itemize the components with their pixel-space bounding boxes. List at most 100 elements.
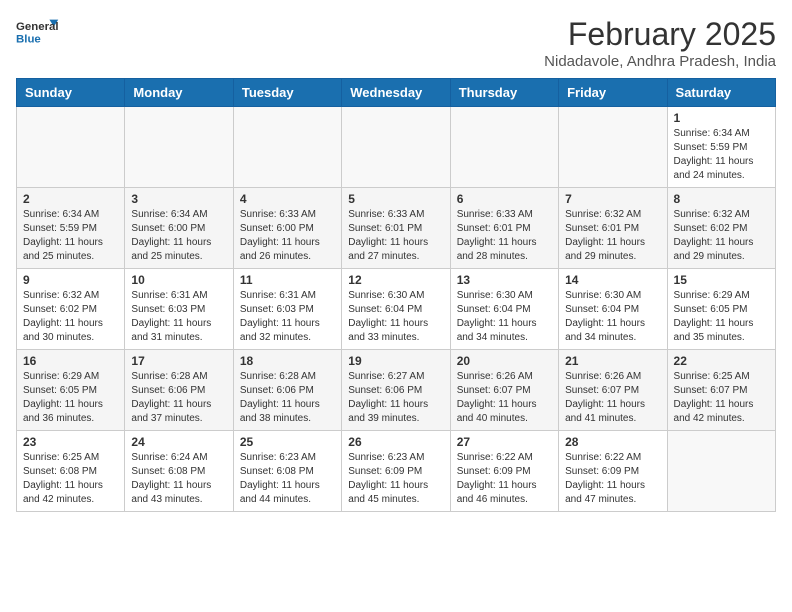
calendar-cell: 10 Sunrise: 6:31 AM Sunset: 6:03 PM Dayli… — [125, 269, 233, 350]
day-info: Sunrise: 6:26 AM Sunset: 6:07 PM Dayligh… — [565, 370, 660, 426]
day-info: Sunrise: 6:34 AM Sunset: 6:00 PM Dayligh… — [131, 208, 226, 264]
calendar-cell: 24 Sunrise: 6:24 AM Sunset: 6:08 PM Dayli… — [125, 431, 233, 512]
day-number: 11 — [240, 273, 335, 287]
day-info: Sunrise: 6:29 AM Sunset: 6:05 PM Dayligh… — [23, 370, 118, 426]
calendar-cell: 14 Sunrise: 6:30 AM Sunset: 6:04 PM Dayli… — [559, 269, 667, 350]
weekday-header-sunday: Sunday — [17, 79, 125, 107]
calendar-cell: 9 Sunrise: 6:32 AM Sunset: 6:02 PM Daylig… — [17, 269, 125, 350]
day-info: Sunrise: 6:32 AM Sunset: 6:01 PM Dayligh… — [565, 208, 660, 264]
day-number: 6 — [457, 192, 552, 206]
calendar-cell: 4 Sunrise: 6:33 AM Sunset: 6:00 PM Daylig… — [233, 188, 341, 269]
calendar-cell: 22 Sunrise: 6:25 AM Sunset: 6:07 PM Dayli… — [667, 350, 775, 431]
day-info: Sunrise: 6:24 AM Sunset: 6:08 PM Dayligh… — [131, 451, 226, 507]
weekday-header-wednesday: Wednesday — [342, 79, 450, 107]
day-number: 28 — [565, 435, 660, 449]
day-info: Sunrise: 6:27 AM Sunset: 6:06 PM Dayligh… — [348, 370, 443, 426]
day-info: Sunrise: 6:30 AM Sunset: 6:04 PM Dayligh… — [565, 289, 660, 345]
calendar-cell — [233, 107, 341, 188]
calendar-cell: 17 Sunrise: 6:28 AM Sunset: 6:06 PM Dayli… — [125, 350, 233, 431]
calendar-cell: 23 Sunrise: 6:25 AM Sunset: 6:08 PM Dayli… — [17, 431, 125, 512]
calendar-cell: 19 Sunrise: 6:27 AM Sunset: 6:06 PM Dayli… — [342, 350, 450, 431]
svg-text:Blue: Blue — [16, 34, 41, 46]
day-number: 18 — [240, 354, 335, 368]
calendar-cell: 27 Sunrise: 6:22 AM Sunset: 6:09 PM Dayli… — [450, 431, 558, 512]
calendar-cell — [559, 107, 667, 188]
calendar-cell: 8 Sunrise: 6:32 AM Sunset: 6:02 PM Daylig… — [667, 188, 775, 269]
calendar-cell: 5 Sunrise: 6:33 AM Sunset: 6:01 PM Daylig… — [342, 188, 450, 269]
calendar-cell: 1 Sunrise: 6:34 AM Sunset: 5:59 PM Daylig… — [667, 107, 775, 188]
calendar-cell — [125, 107, 233, 188]
day-number: 14 — [565, 273, 660, 287]
title-block: February 2025 Nidadavole, Andhra Pradesh… — [544, 16, 776, 70]
day-info: Sunrise: 6:22 AM Sunset: 6:09 PM Dayligh… — [457, 451, 552, 507]
weekday-header-saturday: Saturday — [667, 79, 775, 107]
day-number: 3 — [131, 192, 226, 206]
day-info: Sunrise: 6:32 AM Sunset: 6:02 PM Dayligh… — [23, 289, 118, 345]
day-number: 15 — [674, 273, 769, 287]
day-number: 8 — [674, 192, 769, 206]
day-info: Sunrise: 6:31 AM Sunset: 6:03 PM Dayligh… — [240, 289, 335, 345]
day-info: Sunrise: 6:31 AM Sunset: 6:03 PM Dayligh… — [131, 289, 226, 345]
day-number: 10 — [131, 273, 226, 287]
day-number: 24 — [131, 435, 226, 449]
svg-text:General: General — [16, 21, 59, 33]
calendar-cell — [17, 107, 125, 188]
day-info: Sunrise: 6:33 AM Sunset: 6:01 PM Dayligh… — [457, 208, 552, 264]
calendar-cell: 21 Sunrise: 6:26 AM Sunset: 6:07 PM Dayli… — [559, 350, 667, 431]
day-info: Sunrise: 6:34 AM Sunset: 5:59 PM Dayligh… — [674, 127, 769, 183]
day-info: Sunrise: 6:23 AM Sunset: 6:08 PM Dayligh… — [240, 451, 335, 507]
day-info: Sunrise: 6:22 AM Sunset: 6:09 PM Dayligh… — [565, 451, 660, 507]
page-header: GeneralBlue February 2025 Nidadavole, An… — [16, 16, 776, 70]
calendar-cell: 13 Sunrise: 6:30 AM Sunset: 6:04 PM Dayli… — [450, 269, 558, 350]
calendar-cell: 28 Sunrise: 6:22 AM Sunset: 6:09 PM Dayli… — [559, 431, 667, 512]
calendar-cell: 2 Sunrise: 6:34 AM Sunset: 5:59 PM Daylig… — [17, 188, 125, 269]
day-number: 1 — [674, 111, 769, 125]
day-info: Sunrise: 6:28 AM Sunset: 6:06 PM Dayligh… — [240, 370, 335, 426]
day-number: 23 — [23, 435, 118, 449]
day-number: 12 — [348, 273, 443, 287]
day-info: Sunrise: 6:30 AM Sunset: 6:04 PM Dayligh… — [457, 289, 552, 345]
calendar-cell: 7Sunrise: 6:32 AM Sunset: 6:01 PM Daylig… — [559, 188, 667, 269]
day-info: Sunrise: 6:25 AM Sunset: 6:08 PM Dayligh… — [23, 451, 118, 507]
day-info: Sunrise: 6:30 AM Sunset: 6:04 PM Dayligh… — [348, 289, 443, 345]
day-info: Sunrise: 6:33 AM Sunset: 6:00 PM Dayligh… — [240, 208, 335, 264]
day-info: Sunrise: 6:25 AM Sunset: 6:07 PM Dayligh… — [674, 370, 769, 426]
day-number: 22 — [674, 354, 769, 368]
day-info: Sunrise: 6:23 AM Sunset: 6:09 PM Dayligh… — [348, 451, 443, 507]
day-info: Sunrise: 6:29 AM Sunset: 6:05 PM Dayligh… — [674, 289, 769, 345]
calendar-cell — [450, 107, 558, 188]
day-number: 19 — [348, 354, 443, 368]
calendar-cell: 18 Sunrise: 6:28 AM Sunset: 6:06 PM Dayli… — [233, 350, 341, 431]
day-number: 21 — [565, 354, 660, 368]
logo-svg: GeneralBlue — [16, 16, 60, 48]
day-number: 25 — [240, 435, 335, 449]
day-info: Sunrise: 6:28 AM Sunset: 6:06 PM Dayligh… — [131, 370, 226, 426]
weekday-header-friday: Friday — [559, 79, 667, 107]
logo: GeneralBlue — [16, 16, 60, 48]
calendar-cell: 6 Sunrise: 6:33 AM Sunset: 6:01 PM Daylig… — [450, 188, 558, 269]
day-number: 4 — [240, 192, 335, 206]
month-year-title: February 2025 — [544, 16, 776, 53]
day-number: 27 — [457, 435, 552, 449]
calendar-cell: 3 Sunrise: 6:34 AM Sunset: 6:00 PM Daylig… — [125, 188, 233, 269]
calendar-table: SundayMondayTuesdayWednesdayThursdayFrid… — [16, 78, 776, 512]
day-number: 16 — [23, 354, 118, 368]
calendar-cell — [667, 431, 775, 512]
calendar-cell: 11 Sunrise: 6:31 AM Sunset: 6:03 PM Dayli… — [233, 269, 341, 350]
day-number: 17 — [131, 354, 226, 368]
day-number: 5 — [348, 192, 443, 206]
calendar-cell: 15 Sunrise: 6:29 AM Sunset: 6:05 PM Dayli… — [667, 269, 775, 350]
day-number: 13 — [457, 273, 552, 287]
day-info: Sunrise: 6:34 AM Sunset: 5:59 PM Dayligh… — [23, 208, 118, 264]
day-info: Sunrise: 6:33 AM Sunset: 6:01 PM Dayligh… — [348, 208, 443, 264]
calendar-cell — [342, 107, 450, 188]
day-number: 9 — [23, 273, 118, 287]
calendar-cell: 12 Sunrise: 6:30 AM Sunset: 6:04 PM Dayli… — [342, 269, 450, 350]
day-number: 20 — [457, 354, 552, 368]
weekday-header-thursday: Thursday — [450, 79, 558, 107]
calendar-cell: 16 Sunrise: 6:29 AM Sunset: 6:05 PM Dayli… — [17, 350, 125, 431]
calendar-cell: 20Sunrise: 6:26 AM Sunset: 6:07 PM Dayli… — [450, 350, 558, 431]
day-number: 2 — [23, 192, 118, 206]
day-info: Sunrise: 6:32 AM Sunset: 6:02 PM Dayligh… — [674, 208, 769, 264]
location-text: Nidadavole, Andhra Pradesh, India — [544, 53, 776, 70]
